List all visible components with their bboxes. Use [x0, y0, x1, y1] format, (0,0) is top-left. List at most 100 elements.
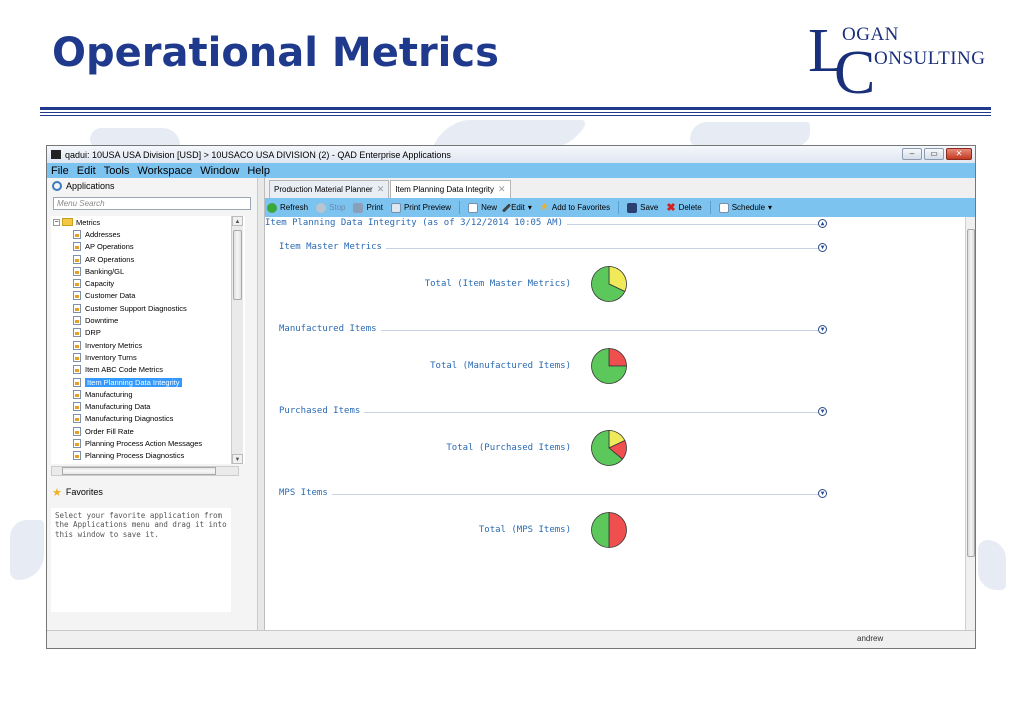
- metric-total-label[interactable]: Total (Manufactured Items): [385, 361, 571, 371]
- metric-total-label[interactable]: Total (Item Master Metrics): [385, 279, 571, 289]
- metric-pie-chart[interactable]: [589, 428, 629, 468]
- save-label: Save: [640, 203, 659, 212]
- tree-item[interactable]: Item Planning Data Integrity: [51, 376, 245, 388]
- tree-item-label: Manufacturing Data: [85, 402, 151, 412]
- tree-item-label: Capacity: [85, 279, 115, 289]
- expand-section-icon[interactable]: ▼: [818, 407, 827, 416]
- save-button[interactable]: Save: [627, 202, 659, 213]
- collapse-icon[interactable]: −: [53, 218, 60, 226]
- tree-item[interactable]: Customer Support Diagnostics: [51, 302, 245, 314]
- tree-item[interactable]: Manufacturing: [51, 388, 245, 400]
- favorites-drop-area[interactable]: Select your favorite application from th…: [51, 508, 231, 612]
- metric-pie-chart[interactable]: [589, 346, 629, 386]
- tree-item[interactable]: Capacity: [51, 277, 245, 289]
- expand-section-icon[interactable]: ▼: [818, 325, 827, 334]
- tree-item-label: DRP: [85, 328, 101, 338]
- tree-item[interactable]: Planning Process Action Messages: [51, 437, 245, 449]
- tree-item-label: Order Fill Rate: [85, 426, 134, 436]
- tree-root-label: Metrics: [76, 217, 101, 227]
- report-vertical-scrollbar[interactable]: [965, 217, 975, 648]
- metric-pie-chart[interactable]: [589, 264, 629, 304]
- refresh-button[interactable]: Refresh: [267, 202, 309, 213]
- tree-item-label: Planning Process Action Messages: [85, 438, 203, 448]
- tree-item[interactable]: Inventory Turns: [51, 351, 245, 363]
- report-toolbar: Refresh Stop Print Print Preview New Edi…: [265, 198, 975, 217]
- scroll-thumb[interactable]: [233, 230, 242, 300]
- favorites-title: Favorites: [65, 487, 103, 497]
- tree-item[interactable]: Inventory Metrics: [51, 339, 245, 351]
- menu-search-input[interactable]: Menu Search: [53, 197, 251, 210]
- report-icon: [73, 414, 81, 424]
- pie-slice-red: [608, 348, 627, 367]
- pane-splitter[interactable]: [258, 178, 265, 648]
- collapse-report-icon[interactable]: ▲: [818, 219, 827, 228]
- tab-production-material-planner[interactable]: Production Material Planner ✕: [269, 180, 390, 198]
- report-icon: [73, 303, 81, 313]
- tree-item[interactable]: Customer Data: [51, 290, 245, 302]
- menu-help[interactable]: Help: [247, 165, 270, 177]
- close-tab-icon[interactable]: ✕: [377, 184, 385, 195]
- metric-total-label[interactable]: Total (MPS Items): [385, 525, 571, 535]
- tree-item[interactable]: Manufacturing Data: [51, 400, 245, 412]
- tab-strip: Production Material Planner ✕ Item Plann…: [265, 178, 975, 198]
- logo-text-onsulting: ONSULTING: [874, 48, 986, 69]
- scroll-thumb[interactable]: [62, 467, 216, 475]
- section-rule: [279, 494, 823, 495]
- tree-horizontal-scrollbar[interactable]: [51, 466, 239, 476]
- logan-consulting-logo: L OGAN C ONSULTING: [808, 18, 990, 104]
- scroll-thumb[interactable]: [967, 229, 975, 557]
- status-bar: andrew: [47, 630, 975, 648]
- tree-item-label: Planning Process Diagnostics: [85, 451, 185, 461]
- expand-section-icon[interactable]: ▼: [818, 489, 827, 498]
- save-icon: [627, 202, 638, 213]
- add-to-favorites-button[interactable]: ★ Add to Favorites: [540, 202, 610, 213]
- edit-button[interactable]: Edit ▾: [501, 202, 532, 213]
- menu-file[interactable]: File: [51, 165, 69, 177]
- star-icon: ★: [539, 202, 549, 213]
- tree-vertical-scrollbar[interactable]: ▲ ▼: [231, 216, 243, 464]
- new-button[interactable]: New: [468, 202, 497, 213]
- scroll-up-arrow[interactable]: ▲: [232, 216, 243, 226]
- tree-item[interactable]: Manufacturing Diagnostics: [51, 413, 245, 425]
- delete-button[interactable]: ✖ Delete: [666, 201, 701, 214]
- maximize-button[interactable]: ▭: [924, 148, 944, 160]
- metric-total-label[interactable]: Total (Purchased Items): [385, 443, 571, 453]
- close-tab-icon[interactable]: ✕: [498, 184, 506, 195]
- tree-item[interactable]: AP Operations: [51, 241, 245, 253]
- left-navigation-pane: Applications Menu Search − Metrics Addre…: [47, 178, 258, 648]
- tab-item-planning-data-integrity[interactable]: Item Planning Data Integrity ✕: [390, 180, 511, 198]
- tree-item-label: Banking/GL: [85, 266, 125, 276]
- tree-item-label: Addresses: [85, 229, 121, 239]
- print-preview-icon: [390, 202, 401, 213]
- tree-item[interactable]: Item ABC Code Metrics: [51, 364, 245, 376]
- stop-button[interactable]: Stop: [316, 202, 345, 213]
- metric-pie-chart[interactable]: [589, 510, 629, 550]
- report-icon: [73, 266, 81, 276]
- tree-item[interactable]: Addresses: [51, 228, 245, 240]
- expand-section-icon[interactable]: ▼: [818, 243, 827, 252]
- report-icon: [73, 402, 81, 412]
- menu-edit[interactable]: Edit: [77, 165, 96, 177]
- minimize-button[interactable]: –: [902, 148, 922, 160]
- schedule-button[interactable]: Schedule ▾: [718, 202, 772, 213]
- tree-item[interactable]: AR Operations: [51, 253, 245, 265]
- print-button[interactable]: Print: [353, 202, 383, 213]
- scroll-down-arrow[interactable]: ▼: [232, 454, 243, 464]
- menu-workspace[interactable]: Workspace: [137, 165, 192, 177]
- tree-item[interactable]: Downtime: [51, 314, 245, 326]
- window-titlebar[interactable]: qadui: 10USA USA Division [USD] > 10USAC…: [47, 146, 975, 163]
- tree-item[interactable]: DRP: [51, 327, 245, 339]
- menu-window[interactable]: Window: [200, 165, 239, 177]
- tree-root-metrics[interactable]: − Metrics: [51, 216, 245, 228]
- close-button[interactable]: ✕: [946, 148, 972, 160]
- refresh-label: Refresh: [280, 203, 309, 212]
- tree-item[interactable]: Banking/GL: [51, 265, 245, 277]
- tree-item-label: Inventory Metrics: [85, 340, 143, 350]
- favorites-header[interactable]: ★ Favorites: [47, 484, 257, 500]
- report-title: Item Planning Data Integrity (as of 3/12…: [265, 218, 568, 228]
- print-preview-button[interactable]: Print Preview: [390, 202, 451, 213]
- tree-item[interactable]: Order Fill Rate: [51, 425, 245, 437]
- menu-tools[interactable]: Tools: [104, 165, 130, 177]
- applications-header[interactable]: Applications: [47, 178, 257, 194]
- tree-item[interactable]: Planning Process Diagnostics: [51, 450, 245, 462]
